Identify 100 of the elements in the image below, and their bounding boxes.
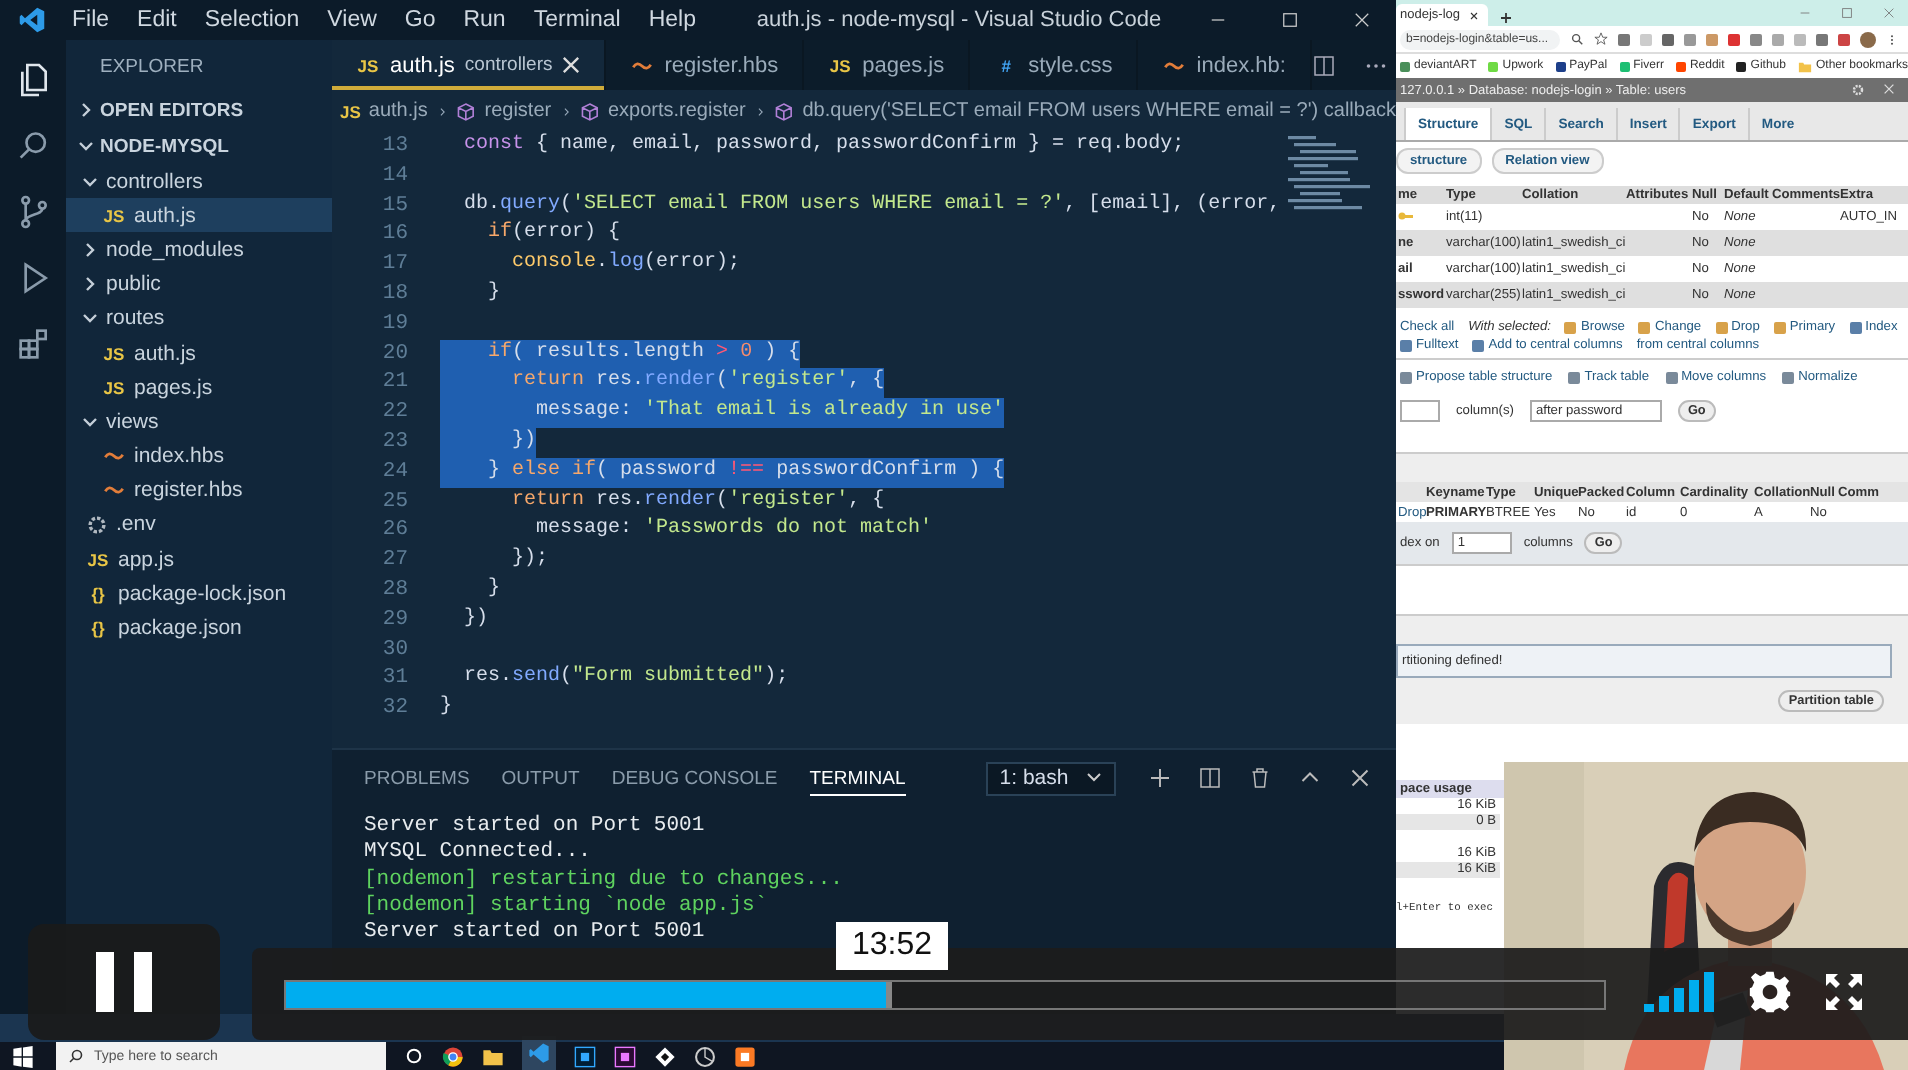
chevron-icon[interactable] [82,276,98,293]
code-line: console.log(error); [510,250,741,279]
chevron-icon[interactable] [82,413,98,430]
close-icon [1348,766,1372,790]
menu-item[interactable]: View [313,8,391,32]
file-name[interactable]: package.json [118,616,242,641]
line-number: 26 [382,516,408,547]
line-number: 30 [382,635,408,665]
start-icon [12,1045,34,1067]
close-icon [1352,10,1372,30]
maximize-icon [1840,6,1854,20]
aperture-icon [694,1045,716,1067]
file-name[interactable]: pages.js [134,375,213,400]
video-app-icon [614,1045,636,1067]
action-icon[interactable] [1400,339,1412,351]
settings-icon[interactable] [1748,970,1792,1014]
extensions-icon[interactable] [13,324,53,364]
close-icon[interactable] [562,56,581,74]
menu-item[interactable]: Go [390,8,450,32]
section-header[interactable]: NODE-MYSQL [100,135,229,157]
terminal-dropdown[interactable]: 1: bash [985,761,1116,795]
gear-icon [1850,82,1866,98]
menu-item[interactable]: Edit [123,8,191,32]
line-number: 15 [382,191,408,221]
fullscreen-icon[interactable] [1824,972,1864,1012]
terminal-line: Server started on Port 5001 [364,814,705,840]
code-line: res.send("Form submitted"); [462,664,789,693]
file-type-icon: JS [102,205,126,226]
volume-icon[interactable] [1644,972,1716,1012]
file-type-icon: {} [86,583,110,604]
line-number: 19 [382,309,408,340]
folder-icon [1797,59,1812,73]
file-name[interactable]: .env [116,512,156,537]
line-number: 18 [382,279,408,310]
terminal-line: [nodemon] starting `node app.js` [364,893,768,920]
menu-item[interactable]: Selection [190,8,314,32]
tool-icon[interactable] [1400,371,1412,383]
chevron-icon[interactable] [82,241,98,258]
pause-button[interactable] [28,924,220,1040]
cube-icon [580,99,600,123]
search-icon [1570,32,1584,46]
explorer-title: EXPLORER [98,53,206,81]
panel-tab[interactable]: DEBUG CONSOLE [611,761,778,795]
file-name[interactable]: index.hbs [134,444,224,469]
task-view-icon [404,1046,424,1066]
breadcrumb-item[interactable]: auth.js [368,100,428,122]
search-icon [68,1048,84,1064]
line-number: 14 [382,161,408,192]
line-number: 31 [382,664,408,695]
breadcrumb-item[interactable]: db.query('SELECT email FROM users WHERE email = ?') callback [802,100,1397,122]
code-line: } [486,279,501,308]
caret-icon [1086,772,1102,784]
file-name[interactable]: auth.js [134,341,196,366]
line-number: 21 [382,368,408,399]
menu-item[interactable]: Terminal [519,8,635,32]
chevron-icon[interactable] [82,173,98,190]
server-app-icon [734,1045,756,1067]
breadcrumb-item[interactable]: exports.register [607,100,746,122]
file-name[interactable]: app.js [118,547,175,572]
action-icon[interactable] [1472,339,1485,351]
file-name[interactable]: register.hbs [134,478,243,503]
menu-item[interactable]: Help [634,8,710,32]
file-name[interactable]: auth.js [134,203,196,228]
panel-tab[interactable]: TERMINAL [809,761,906,795]
split-icon [1198,766,1222,790]
line-number: 13 [382,132,408,162]
plus-icon [1148,766,1172,790]
chevron-icon[interactable] [78,102,94,118]
menu-item[interactable]: Run [449,8,520,32]
split-editor-icon [1311,53,1336,77]
avatar-icon[interactable] [1860,31,1876,47]
breadcrumb-item[interactable]: register [484,100,552,122]
panel-tab[interactable]: PROBLEMS [364,761,470,795]
folder-name[interactable]: routes [106,306,165,331]
file-name[interactable]: package-lock.json [118,581,287,606]
panel-tab[interactable]: OUTPUT [501,761,580,795]
line-number: 27 [382,546,408,576]
code-editor-icon [528,1042,550,1064]
folder-name[interactable]: views [106,409,159,434]
number-field[interactable] [1400,400,1440,422]
line-number: 17 [382,250,408,280]
section-header[interactable]: OPEN EDITORS [100,99,244,121]
file-type-icon: JS [340,101,361,121]
terminal-line: MYSQL Connected... [364,840,591,868]
folder-name[interactable]: controllers [106,169,203,194]
tool-icon[interactable] [1568,371,1581,383]
tool-icon[interactable] [1782,371,1795,383]
menu-item[interactable]: File [58,8,124,32]
folder-name[interactable]: public [106,272,161,297]
file-type-icon: # [994,55,1019,75]
gear-icon [86,513,108,536]
folder-name[interactable]: node_modules [106,237,244,262]
action-icon[interactable] [1849,321,1862,333]
diamond-icon [654,1045,676,1067]
key-icon [1398,209,1414,221]
progress-track[interactable] [284,980,1606,1010]
chevron-icon[interactable] [82,310,98,327]
chevron-icon[interactable] [78,138,94,154]
tool-icon[interactable] [1665,371,1678,383]
editor-tab[interactable]: JS auth.js controllers [332,40,607,90]
